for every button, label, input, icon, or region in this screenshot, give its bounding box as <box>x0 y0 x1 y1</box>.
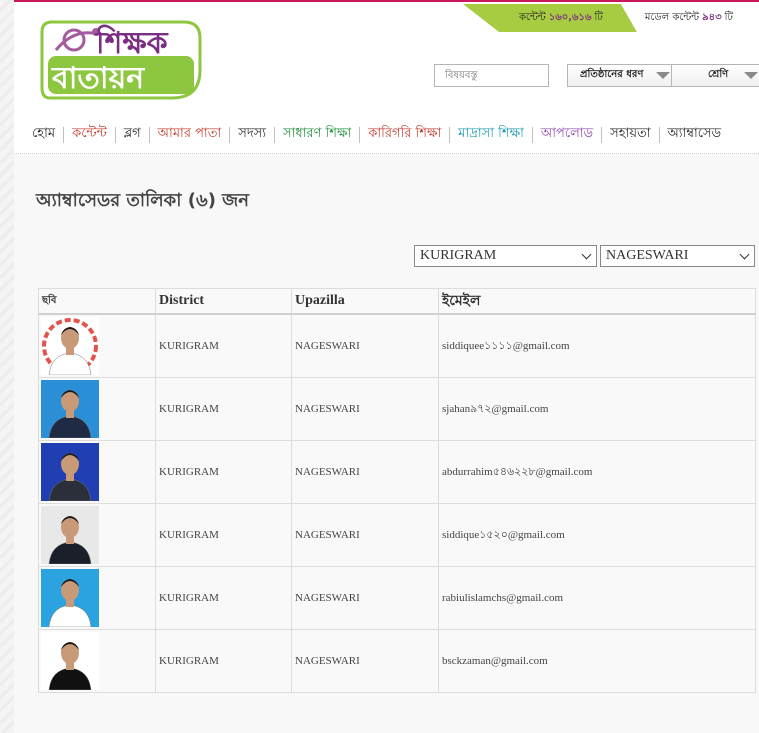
photo-cell <box>38 313 156 378</box>
photo-cell <box>38 629 156 693</box>
upazila-cell: NAGESWARI <box>291 313 439 378</box>
column-header-photo: ছবি <box>38 288 156 315</box>
district-cell: KURIGRAM <box>155 629 292 693</box>
chevron-down-icon <box>581 249 592 260</box>
shikkhok-batayon-logo[interactable]: শিক্ষক বাতায়ন <box>34 10 204 100</box>
column-header-upazila: Upazilla <box>291 288 439 315</box>
content-stats-bar: কন্টেন্ট ১৬০,৬১৬ টি মডেল কন্টেন্ট ৯৪৩ টি <box>463 4 759 32</box>
district-filter-select[interactable]: KURIGRAM <box>414 245 597 267</box>
photo-cell <box>38 503 156 567</box>
page: কন্টেন্ট ১৬০,৬১৬ টি মডেল কন্টেন্ট ৯৪৩ টি… <box>14 0 759 733</box>
photo-cell <box>38 377 156 441</box>
upazila-cell: NAGESWARI <box>291 503 439 567</box>
upazila-filter-select[interactable]: NAGESWARI <box>600 245 755 267</box>
nav-item-10[interactable]: অ্যাম্বাসেড <box>660 124 730 145</box>
ambassador-photo[interactable] <box>41 380 99 438</box>
model-content-count-stat: মডেল কন্টেন্ট ৯৪৩ টি <box>620 4 759 32</box>
main-navigation: হোম কন্টেন্ট ব্লগ আমার পাতা সদস্য সাধারণ শিক্… <box>14 116 759 154</box>
email-cell[interactable]: siddique১৫২০@gmail.com <box>438 503 756 567</box>
photo-cell <box>38 566 156 630</box>
nav-item-1[interactable]: কন্টেন্ট <box>64 124 115 145</box>
nav-item-3[interactable]: আমার পাতা <box>150 124 230 145</box>
content-count-label: কন্টেন্ট <box>519 11 546 23</box>
table-row: KURIGRAM NAGESWARI rabiulislamchs@gmail.co… <box>38 566 756 630</box>
chevron-down-icon <box>744 72 758 79</box>
model-content-count-label: মডেল কন্টেন্ট <box>644 11 700 23</box>
ambassador-photo[interactable] <box>41 443 99 501</box>
site-header: কন্টেন্ট ১৬০,৬১৬ টি মডেল কন্টেন্ট ৯৪৩ টি… <box>14 0 759 116</box>
column-header-district: District <box>155 288 292 315</box>
nav-item-2[interactable]: ব্লগ <box>116 124 149 145</box>
email-cell[interactable]: sjahan৯৭২@gmail.com <box>438 377 756 441</box>
institution-type-select[interactable]: প্রতিষ্ঠানের ধরণ <box>567 64 679 87</box>
email-cell[interactable]: bsckzaman@gmail.com <box>438 629 756 693</box>
upazila-cell: NAGESWARI <box>291 440 439 504</box>
model-content-count-value: ৯৪৩ <box>702 11 722 23</box>
logo-line1: শিক্ষক <box>95 24 169 61</box>
content-count-unit: টি <box>594 11 603 23</box>
nav-item-7[interactable]: মাদ্রাসা শিক্ষা <box>450 124 532 145</box>
nav-item-6[interactable]: কারিগরি শিক্ষা <box>360 124 449 145</box>
photo-cell <box>38 440 156 504</box>
upazila-cell: NAGESWARI <box>291 377 439 441</box>
upazila-cell: NAGESWARI <box>291 629 439 693</box>
institution-type-select-label: প্রতিষ্ঠানের ধরণ <box>580 69 644 80</box>
upazila-cell: NAGESWARI <box>291 566 439 630</box>
district-filter-value: KURIGRAM <box>420 248 497 263</box>
ambassador-photo[interactable] <box>41 506 99 564</box>
class-select[interactable]: শ্রেণি <box>671 64 759 87</box>
page-title: অ্যাম্বাসেডর তালিকা (৬) জন <box>36 190 250 211</box>
ambassador-table: ছবি District Upazilla ইমেইল KURIGRAM NAGE… <box>38 288 756 693</box>
model-content-count-unit: টি <box>724 11 733 23</box>
logo-line2: বাতায়ন <box>51 61 145 96</box>
district-cell: KURIGRAM <box>155 377 292 441</box>
column-header-email: ইমেইল <box>438 288 756 315</box>
email-cell[interactable]: abdurrahim৫৪৬২২৮@gmail.com <box>438 440 756 504</box>
district-cell: KURIGRAM <box>155 566 292 630</box>
ambassador-table-container: ছবি District Upazilla ইমেইল KURIGRAM NAGE… <box>38 288 756 693</box>
table-header-row: ছবি District Upazilla ইমেইল <box>38 288 756 315</box>
search-input[interactable] <box>434 64 549 87</box>
page-background-pattern <box>0 0 14 733</box>
nav-item-9[interactable]: সহায়তা <box>602 124 658 145</box>
nav-item-8[interactable]: আপলোড <box>533 124 601 145</box>
table-row: KURIGRAM NAGESWARI sjahan৯৭২@gmail.com <box>38 377 756 441</box>
ambassador-photo[interactable] <box>41 569 99 627</box>
district-cell: KURIGRAM <box>155 313 292 378</box>
table-row: KURIGRAM NAGESWARI bsckzaman@gmail.com <box>38 629 756 693</box>
class-select-label: শ্রেণি <box>708 69 729 80</box>
content-count-value: ১৬০,৬১৬ <box>548 11 592 23</box>
table-row: KURIGRAM NAGESWARI siddique১৫২০@gmail.com <box>38 503 756 567</box>
content-count-stat: কন্টেন্ট ১৬০,৬১৬ টি <box>519 10 603 27</box>
ambassador-photo[interactable] <box>41 317 99 375</box>
district-cell: KURIGRAM <box>155 503 292 567</box>
chevron-down-icon <box>656 72 670 79</box>
ambassador-photo[interactable] <box>41 632 99 690</box>
email-cell[interactable]: rabiulislamchs@gmail.com <box>438 566 756 630</box>
nav-item-0[interactable]: হোম <box>24 124 63 145</box>
district-cell: KURIGRAM <box>155 440 292 504</box>
chevron-down-icon <box>739 249 750 260</box>
upazila-filter-value: NAGESWARI <box>606 248 689 263</box>
table-row: KURIGRAM NAGESWARI siddiquee১১১১@gmail.com <box>38 313 756 378</box>
table-row: KURIGRAM NAGESWARI abdurrahim৫৪৬২২৮@gmail.… <box>38 440 756 504</box>
nav-item-4[interactable]: সদস্য <box>230 124 274 145</box>
nav-item-5[interactable]: সাধারণ শিক্ষা <box>275 124 359 145</box>
email-cell[interactable]: siddiquee১১১১@gmail.com <box>438 313 756 378</box>
